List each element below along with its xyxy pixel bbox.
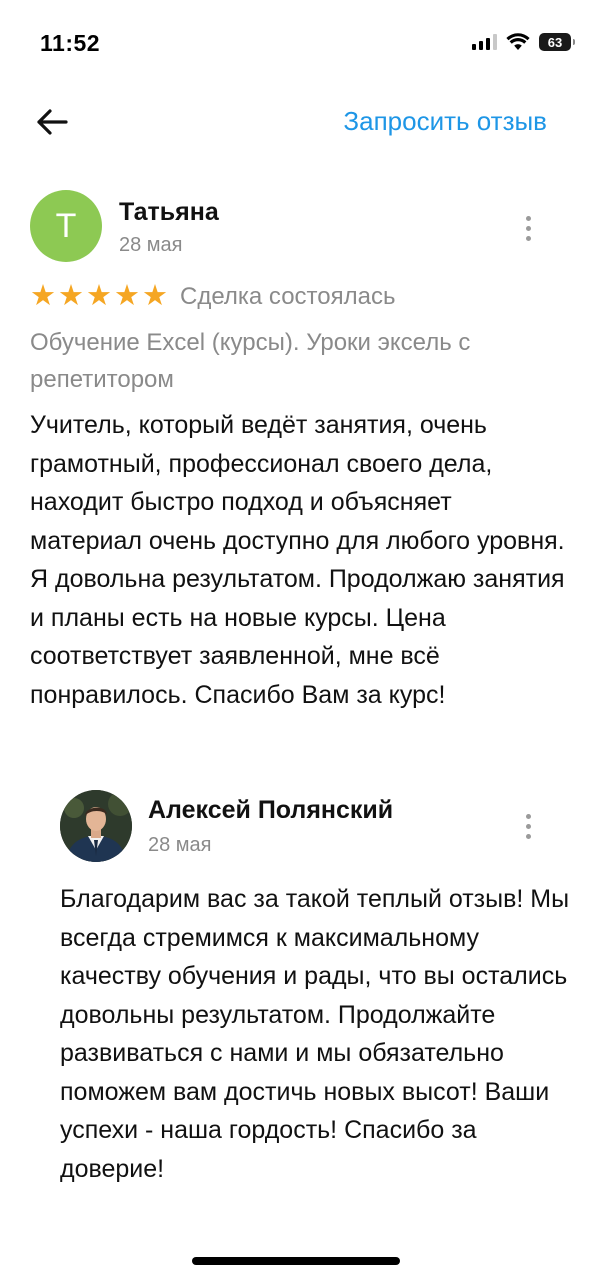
more-dot <box>525 823 531 829</box>
more-dot <box>525 215 531 221</box>
rating-row: ★ ★ ★ ★ ★ Сделка состоялась <box>30 282 395 311</box>
review-text: Учитель, который ведёт занятия, очень гр… <box>30 411 565 709</box>
more-dot <box>525 813 531 819</box>
status-time: 11:52 <box>40 30 101 56</box>
home-indicator[interactable] <box>192 1257 400 1265</box>
review-date: 28 мая <box>119 234 183 256</box>
service-name: Обучение Excel (курсы). Уроки эксель с р… <box>30 329 471 393</box>
star-icon: ★ <box>30 280 56 312</box>
battery-level: 63 <box>547 34 563 50</box>
battery-icon: 63 <box>539 33 575 51</box>
star-icon: ★ <box>86 280 112 312</box>
wifi-icon <box>506 33 530 51</box>
review-author: Татьяна <box>119 198 219 226</box>
more-dot <box>525 225 531 231</box>
star-icon: ★ <box>114 280 140 312</box>
more-dot <box>525 235 531 241</box>
reply-date: 28 мая <box>148 834 212 856</box>
status-bar: 11:52 63 <box>0 0 591 90</box>
arrow-left-icon <box>37 109 68 135</box>
star-icon: ★ <box>142 280 168 312</box>
more-dot <box>525 833 531 839</box>
reply-author: Алексей Полянский <box>148 796 394 824</box>
request-review-button[interactable]: Запросить отзыв <box>343 106 547 137</box>
reply-avatar <box>60 790 132 862</box>
cellular-signal-icon <box>472 34 497 50</box>
reply-more-button[interactable] <box>514 806 542 846</box>
avatar: Т <box>30 190 102 262</box>
deal-status: Сделка состоялась <box>180 282 396 310</box>
reply-text: Благодарим вас за такой теплый отзыв! Мы… <box>60 885 570 1183</box>
review-more-button[interactable] <box>514 208 542 248</box>
status-icons: 63 <box>472 33 575 51</box>
top-nav: Запросить отзыв <box>0 92 591 152</box>
star-icon: ★ <box>58 280 84 312</box>
back-button[interactable] <box>30 100 74 144</box>
